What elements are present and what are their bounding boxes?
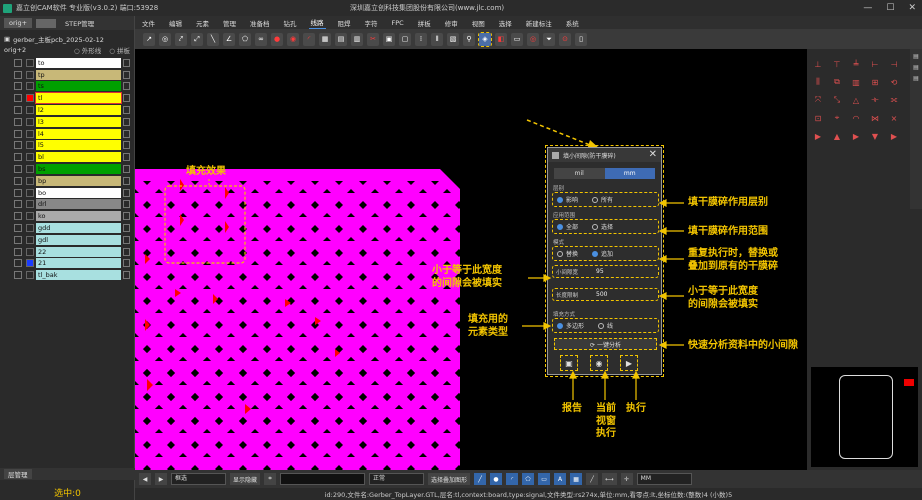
annotation-arrows bbox=[522, 199, 684, 400]
